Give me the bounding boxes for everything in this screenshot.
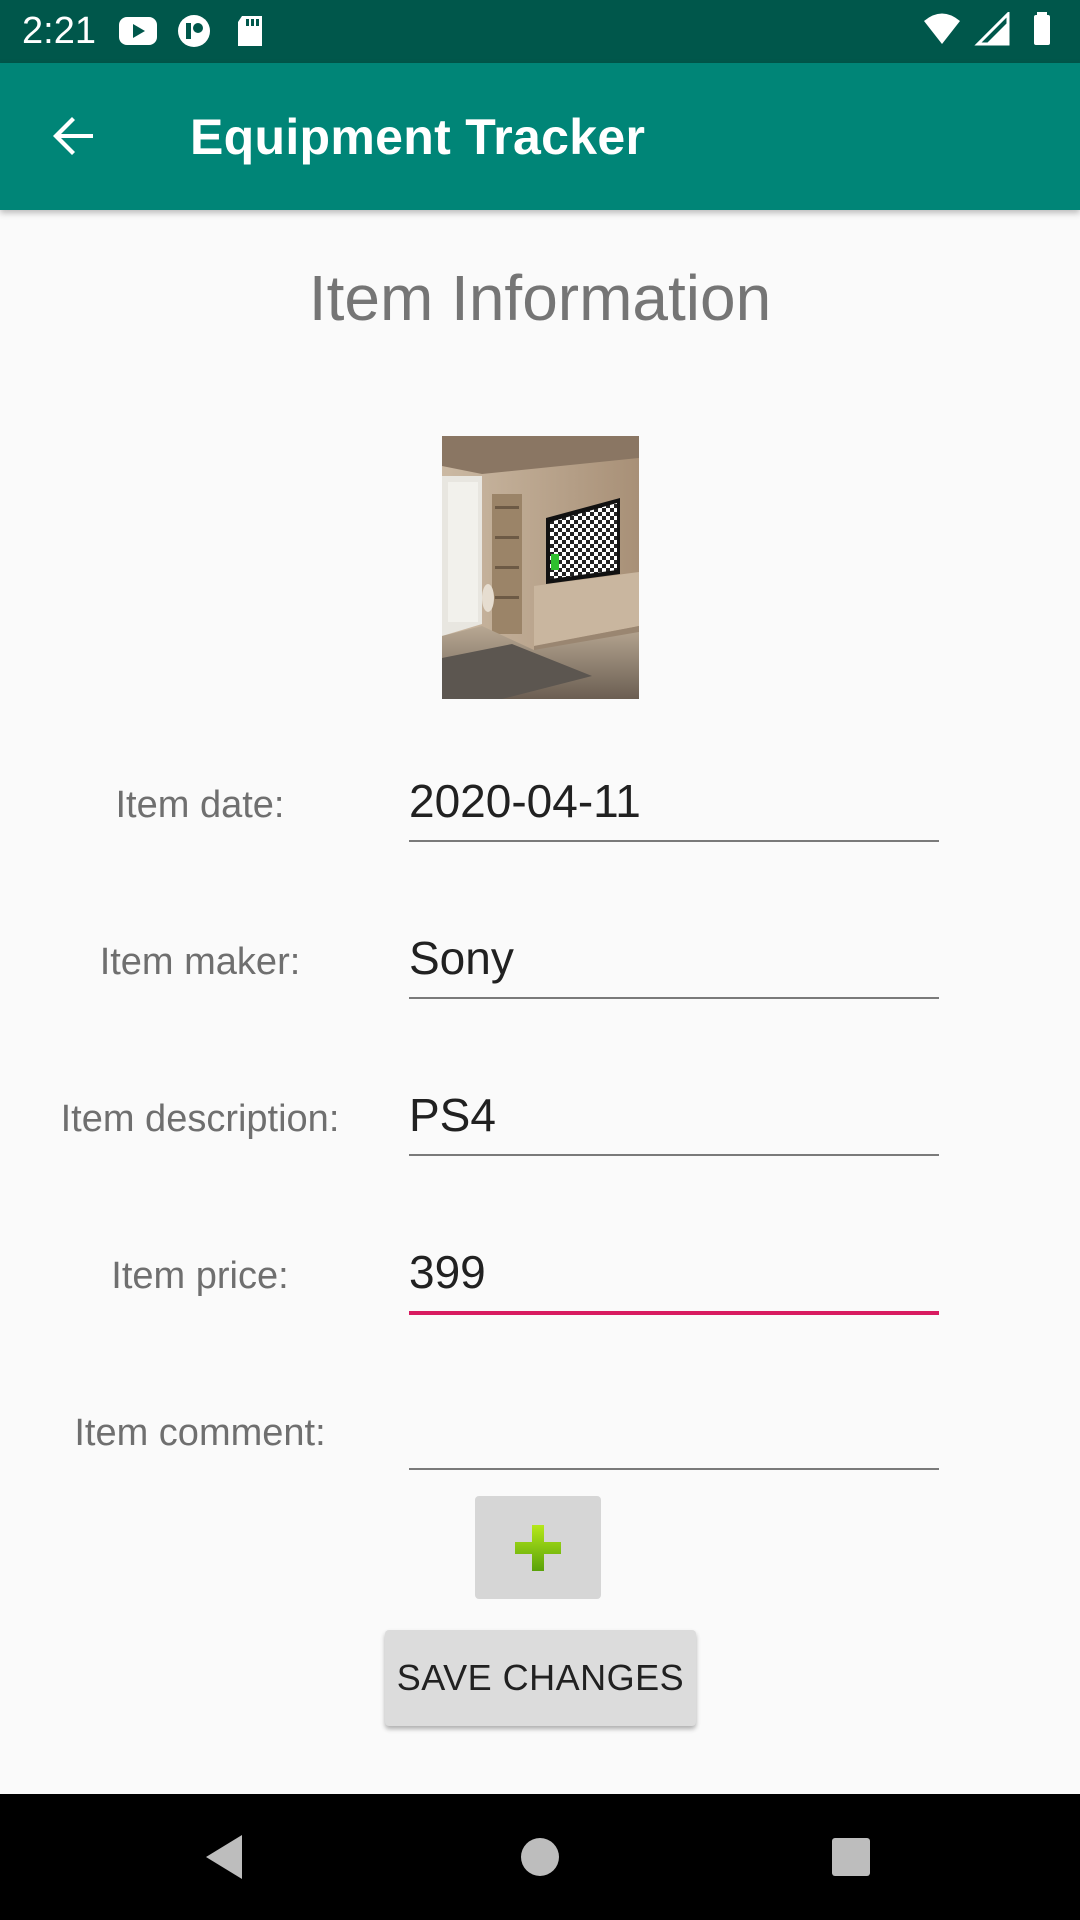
form-row-item-date: Item date:	[0, 766, 1080, 876]
navigation-bar	[0, 1794, 1080, 1920]
item-comment-field[interactable]	[409, 1394, 939, 1470]
item-description-label: Item description:	[60, 1098, 340, 1140]
form-row-item-maker: Item maker:	[0, 923, 1080, 1033]
item-maker-field[interactable]	[409, 923, 939, 999]
item-date-label: Item date:	[115, 784, 285, 826]
item-price-field[interactable]	[409, 1237, 939, 1315]
app-icon	[174, 14, 214, 48]
back-button[interactable]	[36, 103, 112, 169]
status-icons-right	[922, 10, 1062, 46]
status-icons-left	[118, 14, 270, 48]
app-bar: Equipment Tracker	[0, 63, 1080, 210]
item-comment-label: Item comment:	[74, 1412, 326, 1454]
nav-recents-button[interactable]	[818, 1824, 884, 1890]
status-time: 2:21	[22, 10, 96, 52]
status-bar: 2:21	[0, 0, 1080, 63]
app-title: Equipment Tracker	[190, 109, 646, 165]
add-button[interactable]	[475, 1496, 601, 1599]
signal-icon	[972, 10, 1012, 46]
battery-icon	[1022, 12, 1062, 46]
arrow-back-icon	[53, 117, 93, 155]
item-maker-label: Item maker:	[99, 941, 301, 983]
nav-back-button[interactable]	[191, 1824, 257, 1890]
item-price-label: Item price:	[111, 1255, 289, 1297]
screen: 2:21 Equipment Tracker Item Information …	[0, 0, 1080, 1920]
sd-card-icon	[230, 14, 270, 48]
form-row-item-price: Item price:	[0, 1237, 1080, 1347]
nav-home-button[interactable]	[507, 1824, 573, 1890]
form-row-item-description: Item description:	[0, 1080, 1080, 1190]
youtube-icon	[118, 14, 158, 48]
wifi-icon	[922, 12, 962, 46]
form-row-item-comment: Item comment:	[0, 1394, 1080, 1504]
plus-icon	[515, 1524, 561, 1571]
item-date-field[interactable]	[409, 766, 939, 842]
back-triangle-icon	[206, 1835, 242, 1879]
page-title: Item Information	[308, 262, 772, 334]
item-photo[interactable]	[442, 436, 639, 699]
recents-square-icon	[832, 1838, 870, 1876]
item-description-field[interactable]	[409, 1080, 939, 1156]
home-circle-icon	[521, 1838, 559, 1876]
save-changes-button[interactable]: SAVE CHANGES	[385, 1630, 696, 1726]
